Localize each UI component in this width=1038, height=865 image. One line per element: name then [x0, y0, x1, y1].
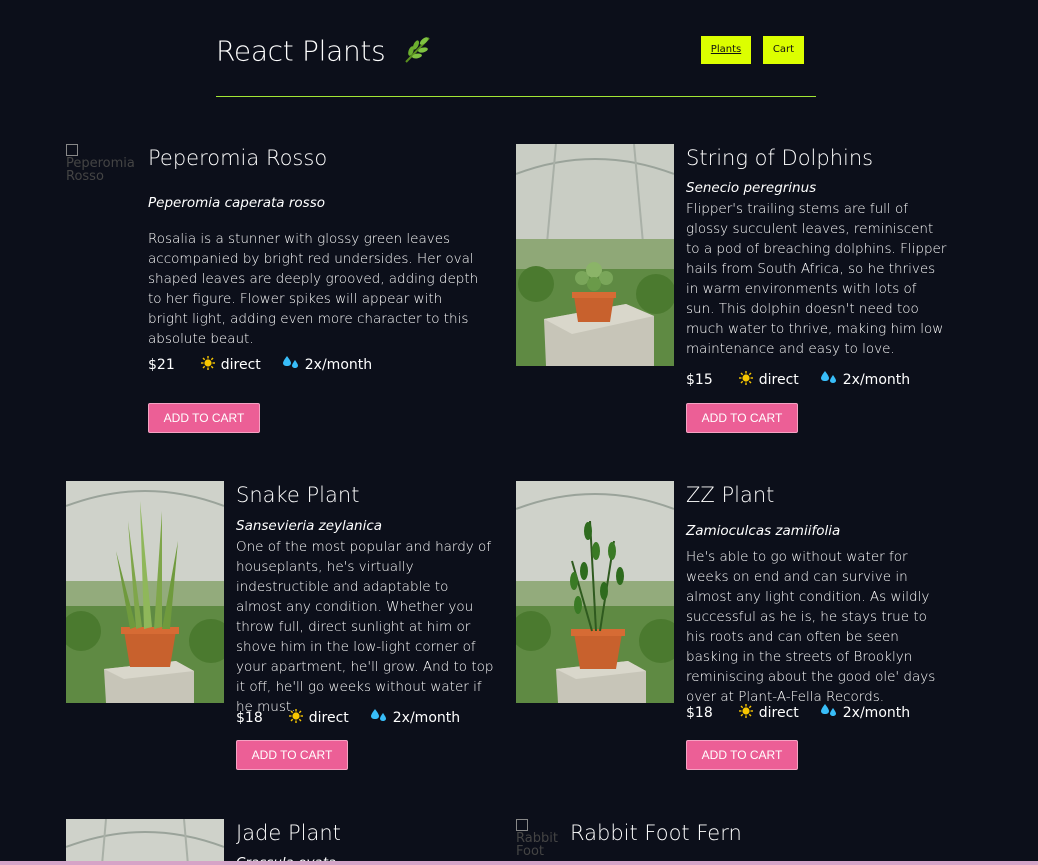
app-title: React Plants: [216, 34, 386, 68]
plant-photo: [516, 481, 674, 703]
add-to-cart-button[interactable]: ADD TO CART: [148, 403, 260, 433]
plant-image-alt: Rabbit Foot: [516, 831, 558, 859]
plant-image-alt: Peperomia Rosso: [66, 156, 135, 184]
plant-description: Rosalia is a stunner with glossy green l…: [148, 231, 479, 347]
broken-image-icon: [66, 144, 78, 156]
header: React Plants Plants Cart: [216, 28, 816, 97]
nav-cart-button[interactable]: Cart: [763, 36, 804, 64]
add-to-cart-button[interactable]: ADD TO CART: [686, 403, 798, 433]
plant-name: Jade Plant: [236, 821, 341, 845]
plant-light: direct: [758, 705, 799, 721]
plant-price: $18: [686, 705, 713, 721]
plant-description: He's able to go without water for weeks …: [686, 549, 936, 705]
plant-light: direct: [308, 710, 349, 726]
nav-plants-button[interactable]: Plants: [701, 36, 751, 64]
plant-name: Peperomia Rosso: [148, 146, 328, 170]
add-to-cart-label: ADD TO CART: [163, 411, 245, 425]
plant-name: ZZ Plant: [686, 483, 775, 507]
add-to-cart-button[interactable]: ADD TO CART: [236, 740, 348, 770]
plant-scientific-name: Senecio peregrinus: [686, 180, 817, 196]
plant-image-broken: Rabbit Foot: [516, 819, 566, 858]
plant-scientific-name: Zamioculcas zamiifolia: [686, 523, 841, 539]
plant-name: Rabbit Foot Fern: [570, 821, 742, 845]
sun-icon: [288, 709, 303, 727]
sun-icon: [200, 356, 215, 374]
water-drops-icon: [820, 371, 837, 389]
plant-name: String of Dolphins: [686, 146, 874, 170]
add-to-cart-button[interactable]: ADD TO CART: [686, 740, 798, 770]
add-to-cart-label: ADD TO CART: [251, 748, 333, 762]
plant-price: $18: [236, 710, 263, 726]
plant-photo: [66, 819, 224, 865]
water-drops-icon: [820, 704, 837, 722]
nav-plants-label: Plants: [710, 44, 742, 55]
broken-image-icon: [516, 819, 528, 831]
plant-price: $15: [686, 372, 713, 388]
plant-meta: $18 direct 2x/month: [686, 704, 910, 722]
plant-water: 2x/month: [842, 372, 911, 388]
sun-icon: [738, 704, 753, 722]
plant-description: One of the most popular and hardy of hou…: [236, 539, 494, 715]
page: React Plants Plants Cart Peperomia Rosso: [0, 0, 1038, 865]
plant-description: Flipper's trailing stems are full of glo…: [686, 201, 947, 357]
water-drops-icon: [282, 356, 299, 374]
plant-name: Snake Plant: [236, 483, 360, 507]
sun-icon: [738, 371, 753, 389]
plant-meta: $18 direct 2x/month: [236, 709, 460, 727]
plant-meta: $21 direct 2x/month: [148, 356, 372, 374]
plant-image-broken: Peperomia Rosso: [66, 144, 146, 183]
plant-water: 2x/month: [842, 705, 911, 721]
water-drops-icon: [370, 709, 387, 727]
plant-price: $21: [148, 357, 175, 373]
plant-scientific-name: Sansevieria zeylanica: [236, 518, 383, 534]
plant-photo: [66, 481, 224, 703]
brand[interactable]: React Plants: [216, 33, 434, 72]
plant-water: 2x/month: [392, 710, 461, 726]
page-bottom-divider: [0, 861, 1038, 865]
plant-photo: [516, 144, 674, 366]
plant-light: direct: [758, 372, 799, 388]
plant-water: 2x/month: [304, 357, 373, 373]
plant-light: direct: [220, 357, 261, 373]
plant-scientific-name: Peperomia caperata rosso: [148, 195, 325, 211]
herb-leaf-icon: [402, 33, 434, 72]
plant-meta: $15 direct 2x/month: [686, 371, 910, 389]
add-to-cart-label: ADD TO CART: [701, 411, 783, 425]
add-to-cart-label: ADD TO CART: [701, 748, 783, 762]
nav-cart-label: Cart: [772, 44, 795, 55]
